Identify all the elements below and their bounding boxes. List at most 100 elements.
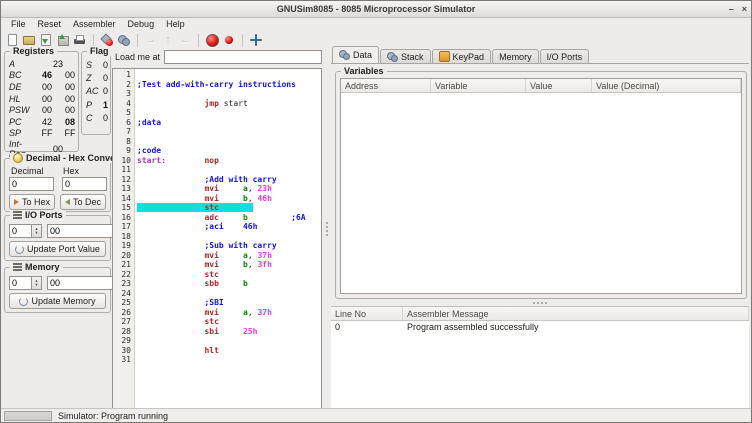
open-folder-icon[interactable]	[22, 33, 36, 47]
code-line[interactable]	[137, 108, 321, 118]
register-value: 42	[35, 117, 59, 127]
code-token: jmp	[204, 99, 218, 108]
print-icon[interactable]	[73, 33, 87, 47]
start-simulation-icon[interactable]	[205, 33, 219, 47]
message-row[interactable]: 0Program assembled successfully	[331, 321, 749, 333]
menu-item-file[interactable]: File	[5, 18, 32, 31]
memory-panel-title: Memory	[25, 262, 60, 272]
assemble-icon[interactable]	[117, 33, 131, 47]
code-line[interactable]: mvi a, 37h	[137, 251, 321, 261]
code-line[interactable]: ;aci 46h	[137, 222, 321, 232]
code-line[interactable]: ;code	[137, 146, 321, 156]
code-line[interactable]: mvi b, 3fh	[137, 260, 321, 270]
update-port-button[interactable]: Update Port Value	[9, 241, 106, 257]
tab-ioports[interactable]: I/O Ports	[540, 49, 590, 63]
register-value: 00	[59, 70, 81, 80]
code-token: ;Sub with carry	[204, 241, 276, 250]
port-number-spinner[interactable]: ▲▼	[9, 224, 42, 238]
code-token	[137, 279, 204, 288]
code-token	[219, 308, 243, 317]
code-line[interactable]: sbb b	[137, 279, 321, 289]
code-line[interactable]: ;SBI	[137, 298, 321, 308]
hex-label: Hex	[63, 166, 79, 176]
step-back-icon[interactable]: ←	[178, 33, 192, 47]
menu-item-reset[interactable]: Reset	[32, 18, 68, 31]
register-row-psw: PSW0000	[5, 104, 78, 116]
port-value-input[interactable]	[47, 224, 113, 238]
load-address-input[interactable]	[164, 50, 322, 64]
register-name: BC	[9, 70, 35, 80]
code-line[interactable]: hlt	[137, 346, 321, 356]
code-line[interactable]: mvi a, 37h	[137, 308, 321, 318]
tab-keypad[interactable]: KeyPad	[432, 49, 492, 63]
code-line[interactable]: start: nop	[137, 156, 321, 166]
new-file-icon[interactable]	[5, 33, 19, 47]
flags-rows: S0Z0AC0P1C0	[82, 58, 110, 125]
save-file-icon[interactable]	[39, 33, 53, 47]
flag-value: 0	[101, 113, 110, 123]
save-as-file-icon[interactable]	[56, 33, 70, 47]
line-number-gutter[interactable]: 1234567891011121314151617181920212223242…	[113, 69, 135, 410]
flag-value: 0	[101, 73, 110, 83]
code-line[interactable]	[137, 232, 321, 242]
code-token: hlt	[204, 346, 218, 355]
code-token: stc	[204, 203, 218, 212]
code-line[interactable]: mvi a, 23h	[137, 184, 321, 194]
code-lines[interactable]: ;Test add-with-carry instructions jmp st…	[135, 69, 321, 410]
tab-stack[interactable]: Stack	[380, 49, 431, 63]
code-line[interactable]: stc	[137, 270, 321, 280]
decimal-input[interactable]	[9, 177, 54, 191]
code-line[interactable]	[137, 289, 321, 299]
code-line[interactable]: jmp start	[137, 99, 321, 109]
code-token: ,	[248, 194, 258, 203]
code-editor[interactable]: 1234567891011121314151617181920212223242…	[112, 68, 322, 411]
code-line[interactable]: stc	[137, 317, 321, 327]
tab-data[interactable]: Data	[332, 46, 379, 63]
code-line-highlighted[interactable]: stc	[137, 203, 321, 213]
code-line[interactable]	[137, 336, 321, 346]
code-line[interactable]	[137, 165, 321, 175]
toolbar-separator	[198, 34, 199, 47]
to-dec-button[interactable]: To Dec	[60, 194, 106, 210]
code-token: ;Add with carry	[204, 175, 276, 184]
code-line[interactable]: ;Add with carry	[137, 175, 321, 185]
code-line[interactable]: ;data	[137, 118, 321, 128]
close-button[interactable]: ×	[742, 4, 747, 14]
progress-bar	[4, 411, 52, 421]
register-row-hl: HL0000	[5, 93, 78, 105]
update-memory-button[interactable]: Update Memory	[9, 293, 106, 309]
step-forward-icon[interactable]: →	[144, 33, 158, 47]
register-row-pc: PC4208	[5, 116, 78, 128]
spinner-arrows-icon[interactable]: ▲▼	[32, 276, 42, 290]
tab-memory[interactable]: Memory	[492, 49, 539, 63]
code-line[interactable]: ;Sub with carry	[137, 241, 321, 251]
to-hex-button[interactable]: To Hex	[9, 194, 55, 210]
hex-input[interactable]	[62, 177, 107, 191]
code-line[interactable]: ;Test add-with-carry instructions	[137, 80, 321, 90]
menu-item-debug[interactable]: Debug	[122, 18, 161, 31]
stop-simulation-icon[interactable]	[222, 33, 236, 47]
register-value: 00	[59, 94, 81, 104]
code-line[interactable]: adc b ;6A	[137, 213, 321, 223]
assemble-load-icon[interactable]	[100, 33, 114, 47]
menu-item-assembler[interactable]: Assembler	[67, 18, 122, 31]
step-out-icon[interactable]: ↑	[161, 33, 175, 47]
code-token: b	[243, 279, 248, 288]
menu-item-help[interactable]: Help	[160, 18, 191, 31]
code-line[interactable]	[137, 355, 321, 365]
code-token: ;aci 46h	[204, 222, 257, 231]
minimize-button[interactable]: –	[729, 4, 734, 14]
locate-pc-icon[interactable]	[249, 33, 263, 47]
code-line[interactable]	[137, 70, 321, 80]
code-line[interactable]: mvi b, 46h	[137, 194, 321, 204]
code-token: sbb	[204, 279, 218, 288]
editor-splitter[interactable]	[323, 47, 330, 411]
code-line[interactable]	[137, 127, 321, 137]
spinner-arrows-icon[interactable]: ▲▼	[32, 224, 42, 238]
code-token: 46h	[257, 194, 271, 203]
code-line[interactable]: sbi 25h	[137, 327, 321, 337]
code-line[interactable]	[137, 89, 321, 99]
memory-address-spinner[interactable]: ▲▼	[9, 276, 42, 290]
code-line[interactable]	[137, 137, 321, 147]
memory-value-input[interactable]	[47, 276, 113, 290]
